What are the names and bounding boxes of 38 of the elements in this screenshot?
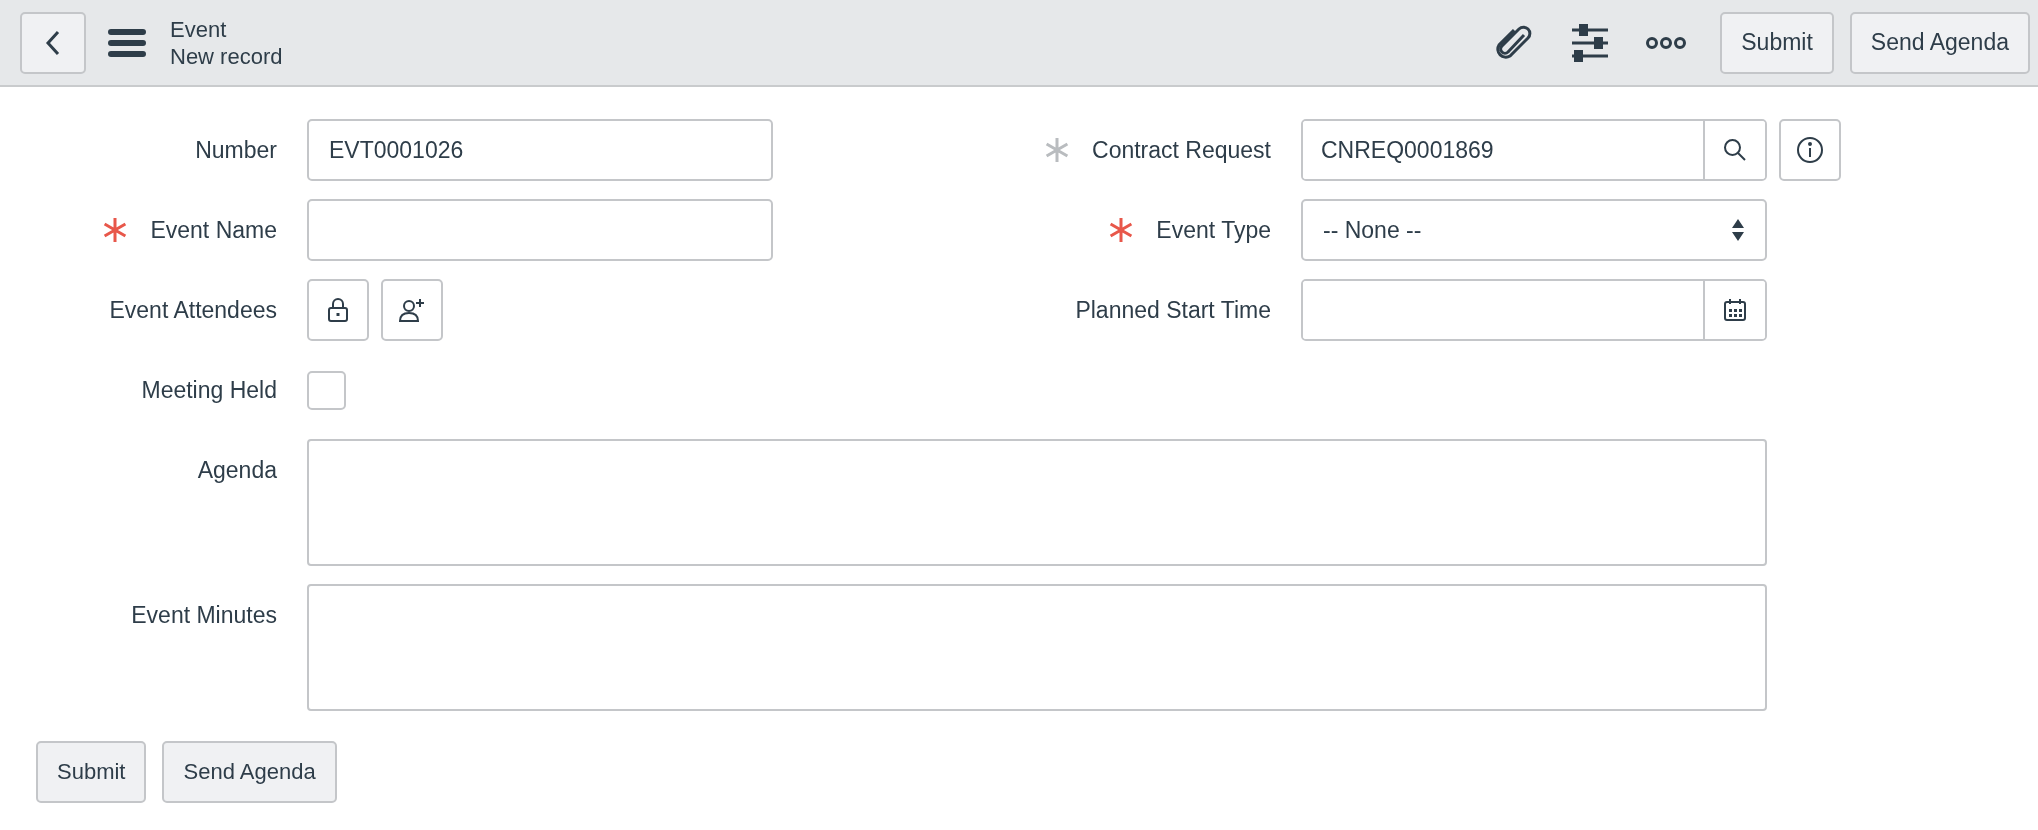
form-action-button[interactable]: Submit (36, 741, 147, 803)
reference-field[interactable]: CNREQ0001869 (1301, 119, 1767, 181)
sliders-icon (1570, 23, 1611, 62)
calendar-button[interactable] (1703, 281, 1765, 339)
field-label: Event Attendees (109, 296, 277, 324)
search-icon (1723, 138, 1747, 162)
add-user-button[interactable] (381, 279, 443, 341)
text-field[interactable]: EVT0001026 (307, 119, 773, 181)
more-icon (1646, 35, 1687, 50)
checkbox[interactable] (307, 370, 346, 410)
add-user-icon (398, 297, 426, 323)
back-button[interactable] (20, 11, 86, 74)
info-icon (1796, 136, 1824, 164)
info-button[interactable] (1779, 119, 1841, 181)
record-subtitle: New record (170, 42, 283, 70)
menu-button[interactable] (108, 27, 146, 58)
header-action-button[interactable]: Send Agenda (1849, 11, 2030, 74)
field-label: Number (195, 136, 277, 164)
field-label: Event Type (1156, 216, 1271, 244)
form-action-button[interactable]: Send Agenda (162, 741, 337, 803)
field-label: Event Name (150, 216, 277, 244)
field-label: Meeting Held (141, 376, 277, 404)
field-label: Contract Request (1092, 136, 1271, 164)
chevron-left-icon (45, 29, 61, 56)
text-field[interactable] (307, 199, 773, 261)
sort-arrows-icon (1731, 218, 1745, 242)
select-field[interactable]: -- None -- (1301, 199, 1767, 261)
field-label: Event Minutes (131, 601, 277, 629)
calendar-icon (1723, 298, 1747, 322)
field-label: Agenda (197, 456, 277, 484)
search-button[interactable] (1703, 121, 1765, 179)
date-field[interactable] (1301, 279, 1767, 341)
field-label: Planned Start Time (1075, 296, 1271, 324)
header-action-button[interactable]: Submit (1720, 11, 1834, 74)
lock-button[interactable] (307, 279, 369, 341)
record-type-title: Event (170, 15, 228, 43)
lock-icon (327, 297, 349, 323)
menu-icon (108, 27, 146, 58)
